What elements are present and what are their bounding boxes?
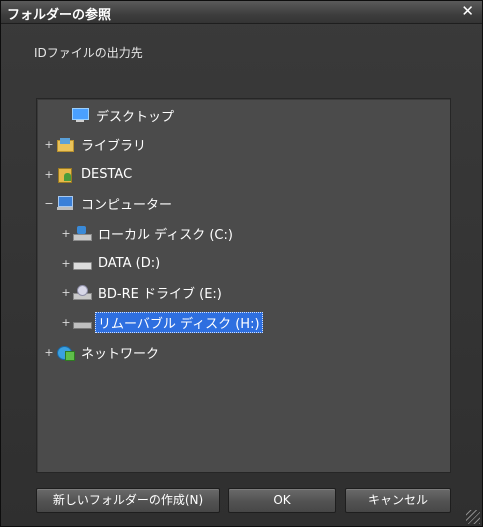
tree-expander[interactable]: + — [44, 168, 54, 181]
tree-item-label-selected: リムーバブル ディスク (H:) — [95, 311, 263, 333]
tree-item-computer[interactable]: − コンピューター — [44, 193, 175, 213]
computer-icon — [56, 195, 74, 211]
bd-drive-icon — [73, 284, 92, 300]
tree-item-bd-re-e[interactable]: + BD-RE ドライブ (E:) — [61, 282, 225, 302]
library-icon — [56, 136, 74, 152]
tree-item-local-disk-c[interactable]: + ローカル ディスク (C:) — [61, 223, 236, 243]
tree-item-label: DATA (D:) — [98, 255, 161, 271]
desktop-icon — [71, 107, 89, 123]
tree-expander[interactable]: + — [61, 257, 71, 270]
dialog-title: フォルダーの参照 — [7, 8, 112, 23]
ok-button[interactable]: OK — [228, 488, 336, 513]
tree-item-network[interactable]: + ネットワーク — [44, 342, 162, 362]
tree-item-label: BD-RE ドライブ (E:) — [98, 286, 222, 302]
tree-item-label: コンピューター — [81, 197, 173, 213]
tree-item-label: ライブラリ — [81, 138, 147, 154]
resize-grip[interactable] — [466, 510, 480, 524]
tree-expander[interactable]: + — [61, 316, 71, 329]
dialog-description: IDファイルの出力先 — [34, 46, 143, 60]
folder-tree[interactable]: デスクトップ + ライブラリ + DESTAC − コンピューター + ローカル… — [36, 98, 451, 473]
tree-expander[interactable]: − — [44, 197, 54, 210]
tree-item-label: ローカル ディスク (C:) — [98, 227, 233, 243]
drive-icon — [73, 255, 92, 271]
browse-folder-dialog: フォルダーの参照 ✕ IDファイルの出力先 デスクトップ + ライブラリ + D… — [0, 0, 483, 527]
tree-item-label: DESTAC — [81, 166, 133, 182]
tree-item-removable-h[interactable]: + リムーバブル ディスク (H:) — [61, 311, 263, 333]
network-icon — [56, 344, 75, 361]
tree-expander[interactable]: + — [44, 346, 54, 359]
tree-item-destac[interactable]: + DESTAC — [44, 164, 135, 184]
new-folder-button[interactable]: 新しいフォルダーの作成(N) — [36, 488, 220, 513]
tree-item-data-d[interactable]: + DATA (D:) — [61, 253, 163, 273]
tree-expander[interactable]: + — [61, 286, 71, 299]
tree-item-library[interactable]: + ライブラリ — [44, 134, 149, 154]
tree-expander[interactable]: + — [61, 227, 71, 240]
cancel-button[interactable]: キャンセル — [345, 488, 451, 513]
tree-item-desktop[interactable]: デスクトップ — [59, 105, 177, 125]
close-button[interactable]: ✕ — [461, 2, 474, 20]
tree-item-label: ネットワーク — [81, 346, 160, 362]
user-folder-icon — [56, 166, 74, 183]
system-drive-icon — [73, 225, 92, 241]
tree-expander[interactable]: + — [44, 138, 54, 151]
tree-item-label: デスクトップ — [96, 109, 175, 125]
title-bar[interactable]: フォルダーの参照 ✕ — [1, 1, 482, 24]
removable-drive-icon — [73, 314, 92, 330]
